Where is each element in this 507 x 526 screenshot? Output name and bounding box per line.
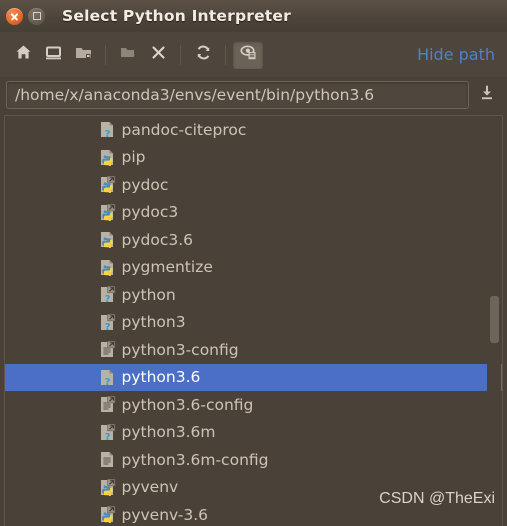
path-input[interactable]: /home/x/anaconda3/envs/event/bin/python3…	[15, 86, 374, 104]
file-list-row[interactable]: ? python3.6m	[5, 419, 502, 447]
svg-text:?: ?	[104, 294, 110, 303]
new-folder-icon	[119, 43, 138, 66]
unknown-symlink-icon: ?	[99, 313, 116, 333]
file-list-row[interactable]: python3.6m-config	[5, 446, 502, 474]
file-list-row-label: python	[121, 285, 176, 304]
file-list-row-content: pydoc3	[99, 203, 409, 221]
file-list-row[interactable]: ? python	[5, 281, 502, 309]
folder-icon	[74, 43, 93, 66]
unknown-symlink-icon: ?	[99, 286, 116, 305]
toolbar-separator	[180, 44, 181, 65]
file-list-row-content: pip	[99, 148, 409, 166]
file-list-row-content: pydoc3.6	[99, 231, 409, 249]
python-file-icon	[99, 259, 116, 276]
file-list-row[interactable]: python3.6-config	[5, 391, 502, 419]
file-list-row[interactable]: pygmentize	[5, 254, 502, 282]
file-list-row-content: pyvenv-3.6	[99, 506, 409, 524]
text-symlink-icon	[99, 396, 116, 413]
delete-icon	[149, 43, 168, 66]
file-list-row[interactable]: pydoc3	[5, 199, 502, 227]
file-list-row[interactable]: pip	[5, 144, 502, 172]
file-list-row-label: pyvenv	[121, 478, 179, 497]
refresh-button[interactable]	[188, 41, 218, 69]
select-python-interpreter-dialog: Select Python Interpreter Hide path /hom…	[0, 0, 507, 526]
python-file-icon	[99, 149, 116, 166]
svg-text:?: ?	[104, 129, 110, 138]
svg-text:?: ?	[104, 377, 110, 386]
save-to-button[interactable]	[473, 81, 501, 109]
text-symlink-icon	[99, 341, 116, 358]
file-list-scrollbar[interactable]	[487, 116, 501, 525]
delete-button[interactable]	[143, 41, 173, 69]
python-file-icon	[99, 231, 116, 249]
file-list-row-label: python3	[121, 313, 186, 332]
hide-path-link[interactable]: Hide path	[417, 45, 495, 64]
file-list-row-content: pygmentize	[99, 258, 409, 276]
svg-text:?: ?	[104, 432, 110, 441]
file-list-row-content: pyvenv	[99, 478, 409, 496]
file-list-row[interactable]: ? python3	[5, 309, 502, 337]
toolbar-separator	[105, 44, 106, 65]
file-list-row-content: ? python3.6	[99, 368, 409, 388]
file-list-row-content: python3.6m-config	[99, 451, 409, 469]
file-list-row-label: python3.6m-config	[121, 450, 269, 469]
file-list-row[interactable]: ? pandoc-citeproc	[5, 116, 502, 144]
filesystem-button[interactable]	[68, 41, 98, 69]
file-list-row-label: pandoc-citeproc	[121, 120, 247, 139]
python-symlink-icon	[99, 203, 116, 221]
window-title: Select Python Interpreter	[62, 7, 291, 25]
python-symlink-icon	[99, 506, 116, 524]
file-list-row[interactable]: pydoc	[5, 171, 502, 199]
toolbar-separator	[225, 44, 226, 65]
toolbar: Hide path	[0, 32, 507, 77]
unknown-file-icon: ?	[99, 369, 116, 388]
refresh-icon	[194, 43, 213, 66]
new-folder-button[interactable]	[113, 41, 143, 69]
python-symlink-icon	[99, 478, 116, 496]
file-list-row-content: ? python	[99, 285, 409, 305]
file-list-row-label: pydoc3	[121, 203, 179, 222]
file-list-row-label: pip	[121, 148, 146, 167]
file-list-row-label: python3.6-config	[121, 395, 254, 414]
window-titlebar: Select Python Interpreter	[0, 0, 507, 32]
scrollbar-thumb[interactable]	[490, 296, 499, 343]
file-list-row-label: python3.6	[121, 368, 201, 387]
text-file-icon	[99, 451, 116, 468]
file-list-row-content: python3.6-config	[99, 396, 409, 414]
file-list-row[interactable]: pyvenv-3.6	[5, 501, 502, 526]
svg-text:?: ?	[104, 322, 110, 331]
close-icon[interactable]	[6, 7, 23, 25]
path-input-wrapper[interactable]: /home/x/anaconda3/envs/event/bin/python3…	[6, 81, 469, 109]
unknown-symlink-icon: ?	[99, 423, 116, 443]
file-list-row-label: pydoc	[121, 175, 169, 194]
file-list-row-label: python3-config	[121, 340, 239, 359]
show-hidden-icon	[239, 43, 258, 66]
file-list-row-content: ? python3	[99, 313, 409, 333]
home-icon	[14, 43, 33, 66]
file-list-row-content: pydoc	[99, 176, 409, 194]
path-bar: /home/x/anaconda3/envs/event/bin/python3…	[0, 77, 507, 113]
python-symlink-icon	[99, 176, 116, 194]
desktop-icon	[44, 43, 63, 66]
download-icon	[477, 83, 497, 107]
unknown-file-icon: ?	[99, 121, 116, 140]
file-list-row-label: pydoc3.6	[121, 230, 194, 249]
file-list-row-content: ? python3.6m	[99, 423, 409, 443]
file-list-rows: ? pandoc-citeproc pip pydoc pydoc3 pydoc3…	[5, 116, 502, 526]
file-list-row-selected[interactable]: ? python3.6	[5, 363, 502, 391]
desktop-button[interactable]	[38, 41, 68, 69]
file-list-row[interactable]: pyvenv	[5, 474, 502, 502]
file-list-row-label: pygmentize	[121, 258, 213, 277]
file-list-row[interactable]: python3-config	[5, 336, 502, 364]
home-button[interactable]	[8, 41, 38, 69]
show-hidden-button[interactable]	[233, 40, 263, 69]
maximize-icon[interactable]	[28, 7, 45, 25]
file-list-row[interactable]: pydoc3.6	[5, 226, 502, 254]
file-list-row-content: python3-config	[99, 341, 409, 359]
file-list[interactable]: ? pandoc-citeproc pip pydoc pydoc3 pydoc3…	[4, 115, 503, 526]
file-list-row-label: python3.6m	[121, 423, 216, 442]
file-list-row-label: pyvenv-3.6	[121, 505, 209, 524]
file-list-row-content: ? pandoc-citeproc	[99, 120, 409, 140]
